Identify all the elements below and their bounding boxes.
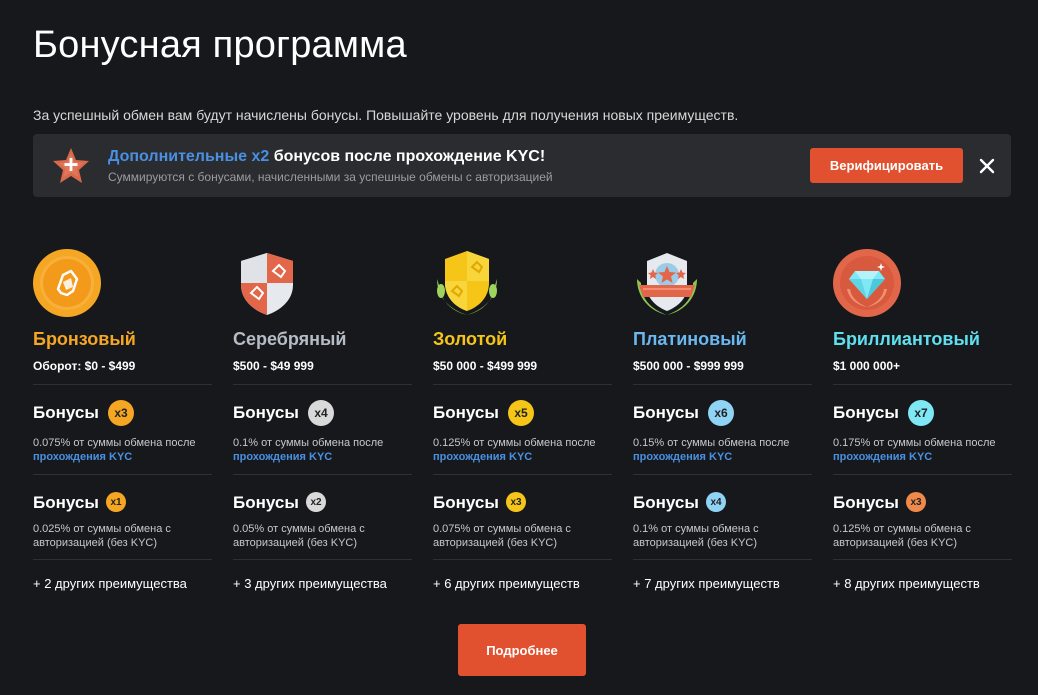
divider bbox=[433, 384, 612, 385]
level-range: $500 000 - $999 999 bbox=[633, 359, 744, 373]
kyc-link[interactable]: прохождения KYC bbox=[33, 451, 132, 463]
multiplier-badge: x3 bbox=[906, 492, 926, 512]
divider bbox=[633, 559, 812, 560]
multiplier-badge: x1 bbox=[106, 492, 126, 512]
kyc-banner: Дополнительные x2 бонусов после прохожде… bbox=[33, 134, 1011, 197]
kyc-link[interactable]: прохождения KYC bbox=[433, 451, 532, 463]
bronze-medal-icon bbox=[33, 249, 101, 317]
bonus-desc: 0.075% от суммы обмена после прохождения… bbox=[33, 436, 212, 464]
bonus-desc: 0.125% от суммы обмена с авторизацией (б… bbox=[833, 523, 971, 549]
platinum-badge-icon bbox=[637, 253, 697, 315]
more-benefits[interactable]: + 3 других преимущества bbox=[233, 576, 387, 591]
more-benefits[interactable]: + 7 других преимуществ bbox=[633, 576, 780, 591]
level-name: Серебряный bbox=[233, 329, 347, 349]
multiplier-badge: x5 bbox=[508, 400, 534, 426]
bonus-desc-text: 0.125% от суммы обмена после bbox=[433, 437, 596, 449]
bonus-desc-text: 0.075% от суммы обмена после bbox=[33, 437, 196, 449]
kyc-link[interactable]: прохождения KYC bbox=[633, 451, 732, 463]
star-plus-icon bbox=[53, 148, 89, 183]
bonus-title: Бонусы bbox=[433, 403, 499, 422]
more-benefits[interactable]: + 8 других преимуществ bbox=[833, 576, 980, 591]
divider bbox=[233, 384, 412, 385]
level-name: Бронзовый bbox=[33, 329, 136, 349]
multiplier-badge: x7 bbox=[908, 400, 934, 426]
more-benefits[interactable]: + 6 других преимуществ bbox=[433, 576, 580, 591]
kyc-link[interactable]: прохождения KYC bbox=[833, 451, 932, 463]
divider bbox=[833, 559, 1012, 560]
level-range: $50 000 - $499 999 bbox=[433, 359, 538, 373]
divider bbox=[233, 474, 412, 475]
bonus-desc: 0.175% от суммы обмена после прохождения… bbox=[833, 436, 1012, 464]
multiplier-badge: x4 bbox=[308, 400, 334, 426]
divider bbox=[233, 559, 412, 560]
kyc-title: Дополнительные x2 бонусов после прохожде… bbox=[108, 148, 545, 166]
bonus-desc: 0.15% от суммы обмена после прохождения … bbox=[633, 436, 812, 464]
more-benefits[interactable]: + 2 других преимущества bbox=[33, 576, 187, 591]
level-range: Оборот: $0 - $499 bbox=[33, 359, 136, 373]
bonus-title: Бонусы bbox=[833, 403, 899, 422]
bonus-title: Бонусы bbox=[833, 493, 899, 512]
bonus-desc: 0.05% от суммы обмена с авторизацией (бе… bbox=[233, 523, 365, 549]
level-name: Бриллиантовый bbox=[833, 329, 980, 349]
bonus-desc-text: 0.15% от суммы обмена после bbox=[633, 437, 790, 449]
bonus-desc-text: 0.175% от суммы обмена после bbox=[833, 437, 996, 449]
multiplier-badge: x3 bbox=[506, 492, 526, 512]
bonus-title: Бонусы bbox=[33, 493, 99, 512]
bonus-desc: 0.1% от суммы обмена после прохождения K… bbox=[233, 436, 412, 464]
kyc-title-accent: Дополнительные x2 bbox=[108, 148, 270, 165]
divider bbox=[633, 384, 812, 385]
divider bbox=[633, 474, 812, 475]
page-subtitle: За успешный обмен вам будут начислены бо… bbox=[33, 107, 739, 123]
bonus-title: Бонусы bbox=[233, 493, 299, 512]
divider bbox=[833, 474, 1012, 475]
level-range: $1 000 000+ bbox=[833, 359, 901, 373]
level-name: Платиновый bbox=[633, 329, 747, 349]
multiplier-badge: x6 bbox=[708, 400, 734, 426]
divider bbox=[33, 384, 212, 385]
kyc-subtitle: Суммируются с бонусами, начисленными за … bbox=[108, 170, 553, 184]
level-range: $500 - $49 999 bbox=[233, 359, 314, 373]
bonus-desc: 0.025% от суммы обмена с авторизацией (б… bbox=[33, 523, 171, 549]
verify-button[interactable]: Верифицировать bbox=[810, 148, 963, 183]
divider bbox=[433, 474, 612, 475]
bonus-desc: 0.1% от суммы обмена с авторизацией (без… bbox=[633, 523, 759, 549]
divider bbox=[33, 559, 212, 560]
multiplier-badge: x2 bbox=[306, 492, 326, 512]
bonus-desc: 0.125% от суммы обмена после прохождения… bbox=[433, 436, 612, 464]
level-name: Золотой bbox=[433, 329, 508, 349]
details-button[interactable]: Подробнее bbox=[458, 624, 586, 676]
page-title: Бонусная программа bbox=[33, 24, 407, 66]
bonus-title: Бонусы bbox=[433, 493, 499, 512]
close-icon[interactable] bbox=[977, 156, 997, 176]
kyc-link[interactable]: прохождения KYC bbox=[233, 451, 332, 463]
silver-shield-icon bbox=[241, 253, 293, 315]
bonus-title: Бонусы bbox=[633, 403, 699, 422]
kyc-title-text: бонусов после прохождение KYC! bbox=[269, 148, 546, 165]
divider bbox=[433, 559, 612, 560]
divider bbox=[33, 474, 212, 475]
bonus-desc-text: 0.1% от суммы обмена после bbox=[233, 437, 384, 449]
bonus-title: Бонусы bbox=[233, 403, 299, 422]
bonus-title: Бонусы bbox=[33, 403, 99, 422]
multiplier-badge: x3 bbox=[108, 400, 134, 426]
bonus-title: Бонусы bbox=[633, 493, 699, 512]
bonus-desc: 0.075% от суммы обмена с авторизацией (б… bbox=[433, 523, 571, 549]
diamond-medal-icon bbox=[833, 249, 901, 317]
divider bbox=[833, 384, 1012, 385]
gold-shield-icon bbox=[437, 251, 497, 315]
multiplier-badge: x4 bbox=[706, 492, 726, 512]
